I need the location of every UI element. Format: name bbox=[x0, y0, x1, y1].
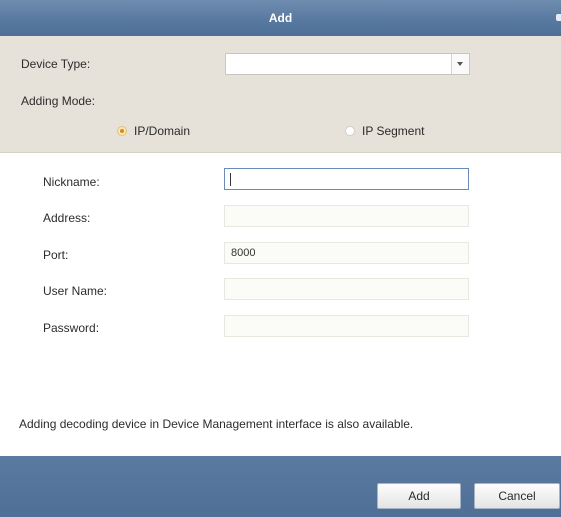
mode-option-ip-segment[interactable]: IP Segment bbox=[345, 124, 424, 138]
nickname-label: Nickname: bbox=[43, 175, 100, 189]
close-icon[interactable] bbox=[556, 14, 561, 21]
port-field[interactable]: 8000 bbox=[224, 242, 469, 264]
device-form: Nickname: Address: Port: 8000 User Name:… bbox=[0, 153, 561, 455]
password-field[interactable] bbox=[224, 315, 469, 337]
add-button[interactable]: Add bbox=[377, 483, 461, 509]
port-label: Port: bbox=[43, 248, 69, 262]
dialog-title: Add bbox=[268, 11, 293, 25]
ip-domain-label: IP/Domain bbox=[134, 124, 191, 138]
username-label: User Name: bbox=[43, 284, 108, 298]
text-caret bbox=[230, 173, 231, 186]
chevron-down-icon[interactable] bbox=[451, 54, 469, 74]
adding-mode-label: Adding Mode: bbox=[21, 94, 96, 108]
ip-segment-label: IP Segment bbox=[362, 124, 425, 138]
cancel-button[interactable]: Cancel bbox=[474, 483, 560, 509]
add-device-dialog: Add Device Type: Adding Mode: IP/Domain … bbox=[0, 0, 561, 517]
nickname-field[interactable] bbox=[224, 168, 469, 190]
ip-segment-radio[interactable] bbox=[345, 126, 355, 136]
title-bar[interactable]: Add bbox=[0, 0, 561, 36]
info-note: Adding decoding device in Device Managem… bbox=[19, 417, 414, 431]
address-field[interactable] bbox=[224, 205, 469, 227]
device-type-label: Device Type: bbox=[21, 57, 91, 71]
port-value: 8000 bbox=[231, 247, 256, 259]
password-label: Password: bbox=[43, 321, 100, 335]
device-type-select[interactable] bbox=[225, 53, 470, 75]
username-field[interactable] bbox=[224, 278, 469, 300]
address-label: Address: bbox=[43, 211, 91, 225]
button-bar: Add Cancel bbox=[0, 456, 561, 517]
mode-option-ip-domain[interactable]: IP/Domain bbox=[117, 124, 190, 138]
ip-domain-radio[interactable] bbox=[117, 126, 127, 136]
device-settings-panel: Device Type: Adding Mode: IP/Domain IP S… bbox=[0, 36, 561, 153]
